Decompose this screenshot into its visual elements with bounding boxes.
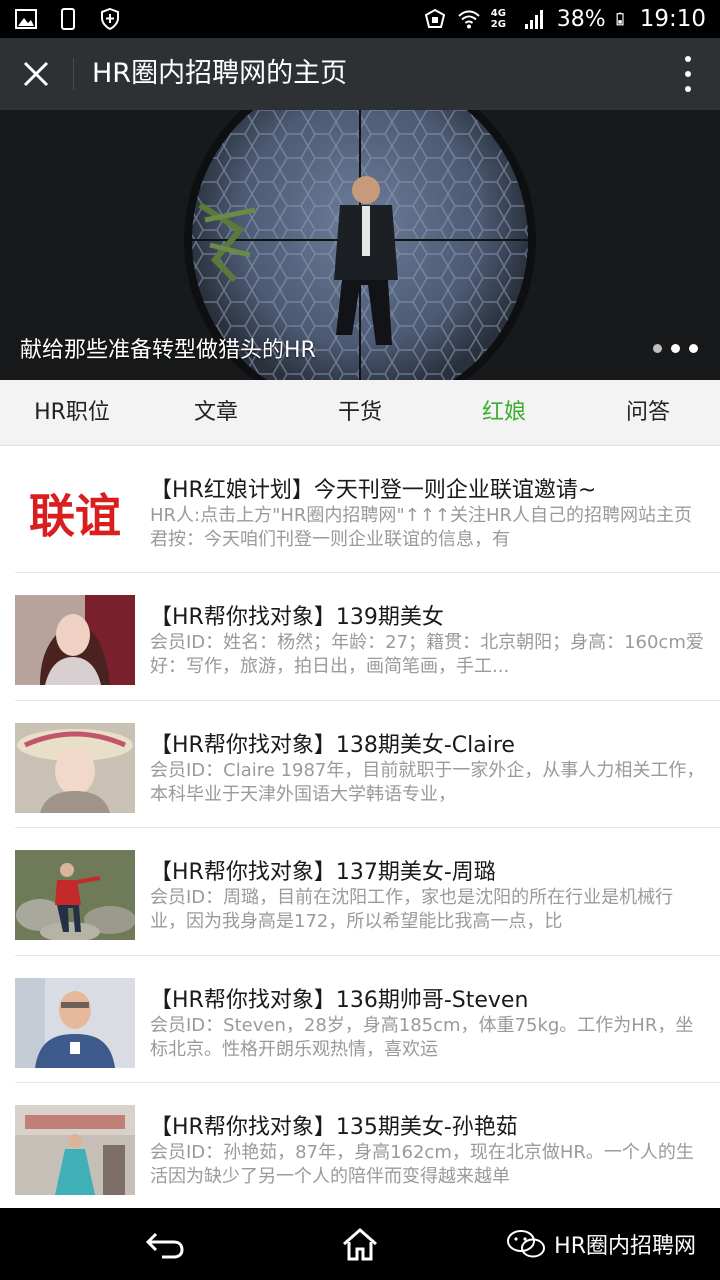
app-notification-icon xyxy=(424,8,445,28)
list-item[interactable]: 【HR帮你找对象】136期帅哥-Steven 会员ID：Steven，28岁，身… xyxy=(15,956,720,1083)
image-icon xyxy=(15,9,37,29)
list-item[interactable]: 【HR帮你找对象】135期美女-孙艳茹 会员ID：孙艳茹，87年，身高162cm… xyxy=(15,1083,720,1211)
thumbnail: 联谊 xyxy=(15,468,135,558)
title-divider xyxy=(73,58,74,90)
list-item[interactable]: 【HR帮你找对象】137期美女-周璐 会员ID：周璐，目前在沈阳工作，家也是沈阳… xyxy=(15,828,720,956)
item-title: 【HR帮你找对象】135期美女-孙艳茹 xyxy=(150,1115,518,1140)
back-icon xyxy=(145,1232,184,1259)
close-button[interactable] xyxy=(14,52,58,96)
more-dot xyxy=(685,86,691,92)
more-options-button[interactable] xyxy=(678,56,698,92)
item-description: 会员ID：姓名：杨然；年龄：27；籍贯：北京朝阳；身高：160cm爱好：写作，旅… xyxy=(150,632,704,677)
close-icon xyxy=(23,61,49,87)
item-title: 【HR帮你找对象】136期帅哥-Steven xyxy=(150,987,529,1013)
carousel-dot xyxy=(689,344,698,353)
article-list: 联谊 【HR红娘计划】今天刊登一则企业联谊邀请~ HR人:点击上方"HR圈内招聘… xyxy=(0,446,720,1211)
thumbnail xyxy=(15,1105,135,1195)
shield-icon xyxy=(101,7,119,31)
thumbnail xyxy=(15,850,135,940)
thumbnail-photo xyxy=(15,722,135,813)
list-item[interactable]: 【HR帮你找对象】139期美女 会员ID：姓名：杨然；年龄：27；籍贯：北京朝阳… xyxy=(15,573,720,701)
battery-icon xyxy=(616,12,624,26)
item-title: 【HR红娘计划】今天刊登一则企业联谊邀请~ xyxy=(150,478,597,503)
system-nav-bar: HR圈内招聘网 xyxy=(0,1208,720,1280)
thumbnail xyxy=(15,722,135,813)
watermark: HR圈内招聘网 xyxy=(506,1208,696,1280)
tab-practical[interactable]: 干货 xyxy=(288,380,432,445)
thumbnail-photo xyxy=(15,1105,135,1195)
thumbnail-photo xyxy=(15,595,135,685)
thumbnail-photo xyxy=(15,850,135,940)
status-bar: 4G 2G 38% 19:10 xyxy=(0,0,720,38)
item-description: 会员ID：Steven，28岁，身高185cm，体重75kg。工作为HR，坐标北… xyxy=(150,1014,694,1060)
clock: 19:10 xyxy=(639,6,706,32)
network-indicator: 4G 2G xyxy=(490,8,506,30)
thumbnail xyxy=(15,977,135,1068)
tab-qa[interactable]: 问答 xyxy=(576,380,720,445)
item-title: 【HR帮你找对象】137期美女-周璐 xyxy=(150,860,496,885)
tab-matchmaker[interactable]: 红娘 xyxy=(432,380,576,445)
carousel-indicator xyxy=(653,344,698,353)
home-button[interactable] xyxy=(338,1226,382,1262)
title-bar: HR圈内招聘网的主页 xyxy=(0,38,720,110)
thumbnail-text: 联谊 xyxy=(29,489,121,543)
more-dot xyxy=(685,56,691,62)
tab-articles[interactable]: 文章 xyxy=(144,380,288,445)
wechat-icon xyxy=(507,1230,546,1258)
tab-hr-jobs[interactable]: HR职位 xyxy=(0,380,144,445)
item-title: 【HR帮你找对象】138期美女-Claire xyxy=(150,732,515,758)
carousel-dot xyxy=(653,344,662,353)
list-item[interactable]: 【HR帮你找对象】138期美女-Claire 会员ID：Claire 1987年… xyxy=(15,701,720,828)
more-dot xyxy=(685,71,691,77)
item-description: 会员ID：Claire 1987年，目前就职于一家外企，从事人力相关工作，本科毕… xyxy=(150,759,705,805)
category-tabs: HR职位 文章 干货 红娘 问答 xyxy=(0,380,720,446)
carousel-dot-active xyxy=(671,344,680,353)
item-description: HR人:点击上方"HR圈内招聘网"↑↑↑关注HR人自己的招聘网站主页君按：今天咱… xyxy=(150,505,692,550)
item-description: 会员ID：孙艳茹，87年，身高162cm，现在北京做HR。一个人的生活因为缺少了… xyxy=(150,1142,694,1187)
thumbnail-photo xyxy=(15,977,135,1068)
banner-carousel[interactable]: 献给那些准备转型做猎头的HR xyxy=(0,110,720,380)
page-title: HR圈内招聘网的主页 xyxy=(92,58,348,89)
watermark-text: HR圈内招聘网 xyxy=(554,1234,696,1259)
item-description: 会员ID：周璐，目前在沈阳工作，家也是沈阳的所在行业是机械行业，因为我身高是17… xyxy=(150,887,674,932)
signal-icon xyxy=(524,10,543,29)
home-icon xyxy=(343,1228,377,1261)
battery-percent: 38% xyxy=(556,6,606,32)
thumbnail xyxy=(15,595,135,685)
phone-icon xyxy=(61,8,75,30)
list-item[interactable]: 联谊 【HR红娘计划】今天刊登一则企业联谊邀请~ HR人:点击上方"HR圈内招聘… xyxy=(15,446,720,573)
wifi-icon xyxy=(458,10,480,29)
banner-caption: 献给那些准备转型做猎头的HR xyxy=(20,338,316,363)
item-title: 【HR帮你找对象】139期美女 xyxy=(150,605,444,630)
back-button[interactable] xyxy=(144,1226,188,1262)
